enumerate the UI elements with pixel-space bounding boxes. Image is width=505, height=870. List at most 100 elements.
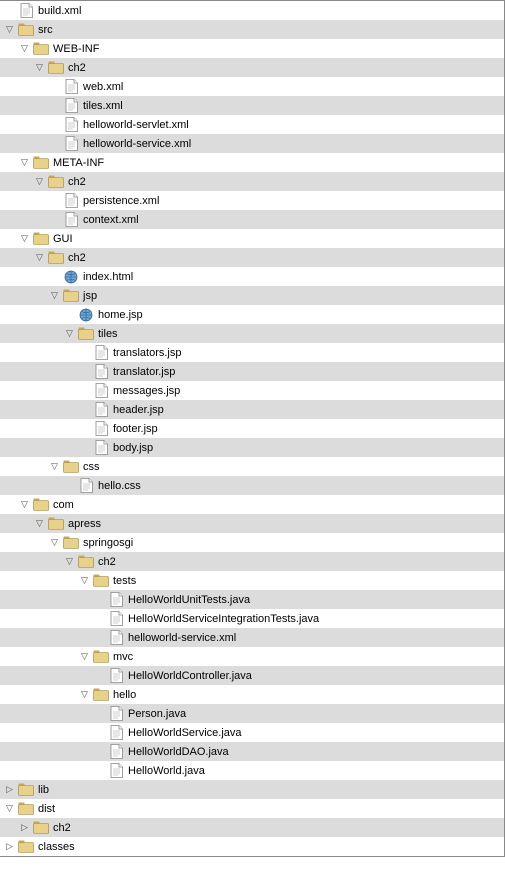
tree-row[interactable]: ▷context.xml xyxy=(0,210,504,229)
collapse-icon[interactable]: ▽ xyxy=(19,233,30,244)
collapse-icon[interactable]: ▽ xyxy=(34,518,45,529)
indent xyxy=(19,181,34,182)
folder-icon xyxy=(93,687,109,702)
tree-row[interactable]: ▷ch2 xyxy=(0,818,504,837)
tree-row[interactable]: ▷index.html xyxy=(0,267,504,286)
tree-row[interactable]: ▷helloworld-service.xml xyxy=(0,134,504,153)
collapse-icon[interactable]: ▽ xyxy=(4,803,15,814)
collapse-icon[interactable]: ▽ xyxy=(49,290,60,301)
folder-icon xyxy=(78,326,94,341)
folder-icon xyxy=(63,459,79,474)
indent xyxy=(49,713,64,714)
collapse-icon[interactable]: ▽ xyxy=(4,24,15,35)
tree-item-label: ch2 xyxy=(68,176,86,188)
tree-row[interactable]: ▷helloworld-servlet.xml xyxy=(0,115,504,134)
tree-row[interactable]: ▷hello.css xyxy=(0,476,504,495)
indent xyxy=(49,694,64,695)
collapse-icon[interactable]: ▽ xyxy=(19,43,30,54)
tree-row[interactable]: ▷persistence.xml xyxy=(0,191,504,210)
tree-row[interactable]: ▷classes xyxy=(0,837,504,856)
collapse-icon[interactable]: ▽ xyxy=(79,651,90,662)
indent xyxy=(4,732,19,733)
indent xyxy=(34,200,49,201)
expand-icon[interactable]: ▷ xyxy=(19,822,30,833)
tree-row[interactable]: ▷HelloWorldDAO.java xyxy=(0,742,504,761)
indent xyxy=(19,86,34,87)
collapse-icon[interactable]: ▽ xyxy=(34,252,45,263)
collapse-icon[interactable]: ▽ xyxy=(19,499,30,510)
tree-row[interactable]: ▷tiles.xml xyxy=(0,96,504,115)
tree-row[interactable]: ▷HelloWorld.java xyxy=(0,761,504,780)
tree-row[interactable]: ▷messages.jsp xyxy=(0,381,504,400)
collapse-icon[interactable]: ▽ xyxy=(49,537,60,548)
tree-row[interactable]: ▽apress xyxy=(0,514,504,533)
collapse-icon[interactable]: ▽ xyxy=(19,157,30,168)
tree-row[interactable]: ▷body.jsp xyxy=(0,438,504,457)
tree-row[interactable]: ▷HelloWorldController.java xyxy=(0,666,504,685)
collapse-icon[interactable]: ▽ xyxy=(79,689,90,700)
tree-row[interactable]: ▷home.jsp xyxy=(0,305,504,324)
folder-icon xyxy=(63,288,79,303)
tree-item-label: WEB-INF xyxy=(53,43,99,55)
tree-row[interactable]: ▷helloworld-service.xml xyxy=(0,628,504,647)
folder-icon xyxy=(48,174,64,189)
indent xyxy=(79,770,94,771)
collapse-icon[interactable]: ▽ xyxy=(79,575,90,586)
tree-row[interactable]: ▽ mvc xyxy=(0,647,504,666)
tree-row[interactable]: ▽dist xyxy=(0,799,504,818)
expand-icon[interactable]: ▷ xyxy=(4,841,15,852)
tree-row[interactable]: ▽ springosgi xyxy=(0,533,504,552)
tree-row[interactable]: ▷HelloWorldUnitTests.java xyxy=(0,590,504,609)
tree-row[interactable]: ▷header.jsp xyxy=(0,400,504,419)
indent xyxy=(34,105,49,106)
expand-icon[interactable]: ▷ xyxy=(4,784,15,795)
folder-icon xyxy=(48,60,64,75)
collapse-icon[interactable]: ▽ xyxy=(49,461,60,472)
indent xyxy=(4,694,19,695)
indent xyxy=(19,580,34,581)
tree-item-label: hello.css xyxy=(98,480,141,492)
tree-row[interactable]: ▽jsp xyxy=(0,286,504,305)
tree-row[interactable]: ▽GUI xyxy=(0,229,504,248)
collapse-icon[interactable]: ▽ xyxy=(34,176,45,187)
tree-row[interactable]: ▽ hello xyxy=(0,685,504,704)
folder-icon xyxy=(33,41,49,56)
tree-row[interactable]: ▽src xyxy=(0,20,504,39)
tree-row[interactable]: ▽ com xyxy=(0,495,504,514)
tree-row[interactable]: ▷Person.java xyxy=(0,704,504,723)
tree-row[interactable]: ▷build.xml xyxy=(0,1,504,20)
tree-row[interactable]: ▽META-INF xyxy=(0,153,504,172)
tree-row[interactable]: ▷footer.jsp xyxy=(0,419,504,438)
file-tree[interactable]: ▷build.xml▽src▽WEB-INF▽ch2▷web.xml▷tiles… xyxy=(0,0,505,857)
tree-row[interactable]: ▷HelloWorldService.java xyxy=(0,723,504,742)
tree-item-label: hello xyxy=(113,689,136,701)
tree-row[interactable]: ▷translator.jsp xyxy=(0,362,504,381)
tree-row[interactable]: ▷lib xyxy=(0,780,504,799)
indent xyxy=(19,713,34,714)
tree-item-label: com xyxy=(53,499,74,511)
collapse-icon[interactable]: ▽ xyxy=(64,556,75,567)
tree-row[interactable]: ▽ tests xyxy=(0,571,504,590)
tree-row[interactable]: ▷web.xml xyxy=(0,77,504,96)
tree-row[interactable]: ▽tiles xyxy=(0,324,504,343)
tree-row[interactable]: ▽ WEB-INF xyxy=(0,39,504,58)
tree-item-label: ch2 xyxy=(68,62,86,74)
tree-row[interactable]: ▽ ch2 xyxy=(0,58,504,77)
collapse-icon[interactable]: ▽ xyxy=(34,62,45,73)
indent xyxy=(34,409,49,410)
collapse-icon[interactable]: ▽ xyxy=(64,328,75,339)
tree-row[interactable]: ▷HelloWorldServiceIntegrationTests.java xyxy=(0,609,504,628)
tree-row[interactable]: ▽ch2 xyxy=(0,552,504,571)
tree-row[interactable]: ▽css xyxy=(0,457,504,476)
indent xyxy=(4,618,19,619)
indent xyxy=(34,295,49,296)
file-icon xyxy=(108,668,124,683)
tree-row[interactable]: ▽ ch2 xyxy=(0,172,504,191)
tree-item-label: tests xyxy=(113,575,136,587)
tree-row[interactable]: ▽ch2 xyxy=(0,248,504,267)
tree-item-label: mvc xyxy=(113,651,133,663)
indent xyxy=(49,428,64,429)
tree-item-label: springosgi xyxy=(83,537,133,549)
tree-row[interactable]: ▷translators.jsp xyxy=(0,343,504,362)
file-icon xyxy=(108,725,124,740)
